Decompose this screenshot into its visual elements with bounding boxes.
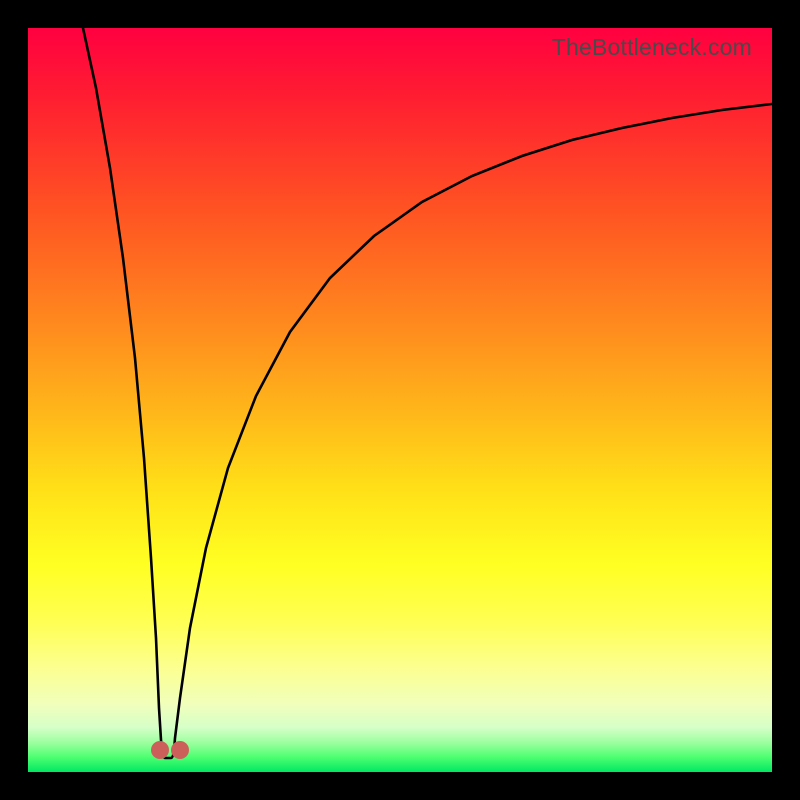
left-minimum-marker — [151, 741, 169, 759]
right-minimum-marker — [171, 741, 189, 759]
chart-frame: TheBottleneck.com — [0, 0, 800, 800]
plot-area: TheBottleneck.com — [28, 28, 772, 772]
curve-path — [83, 28, 772, 758]
bottleneck-curve — [28, 28, 772, 772]
